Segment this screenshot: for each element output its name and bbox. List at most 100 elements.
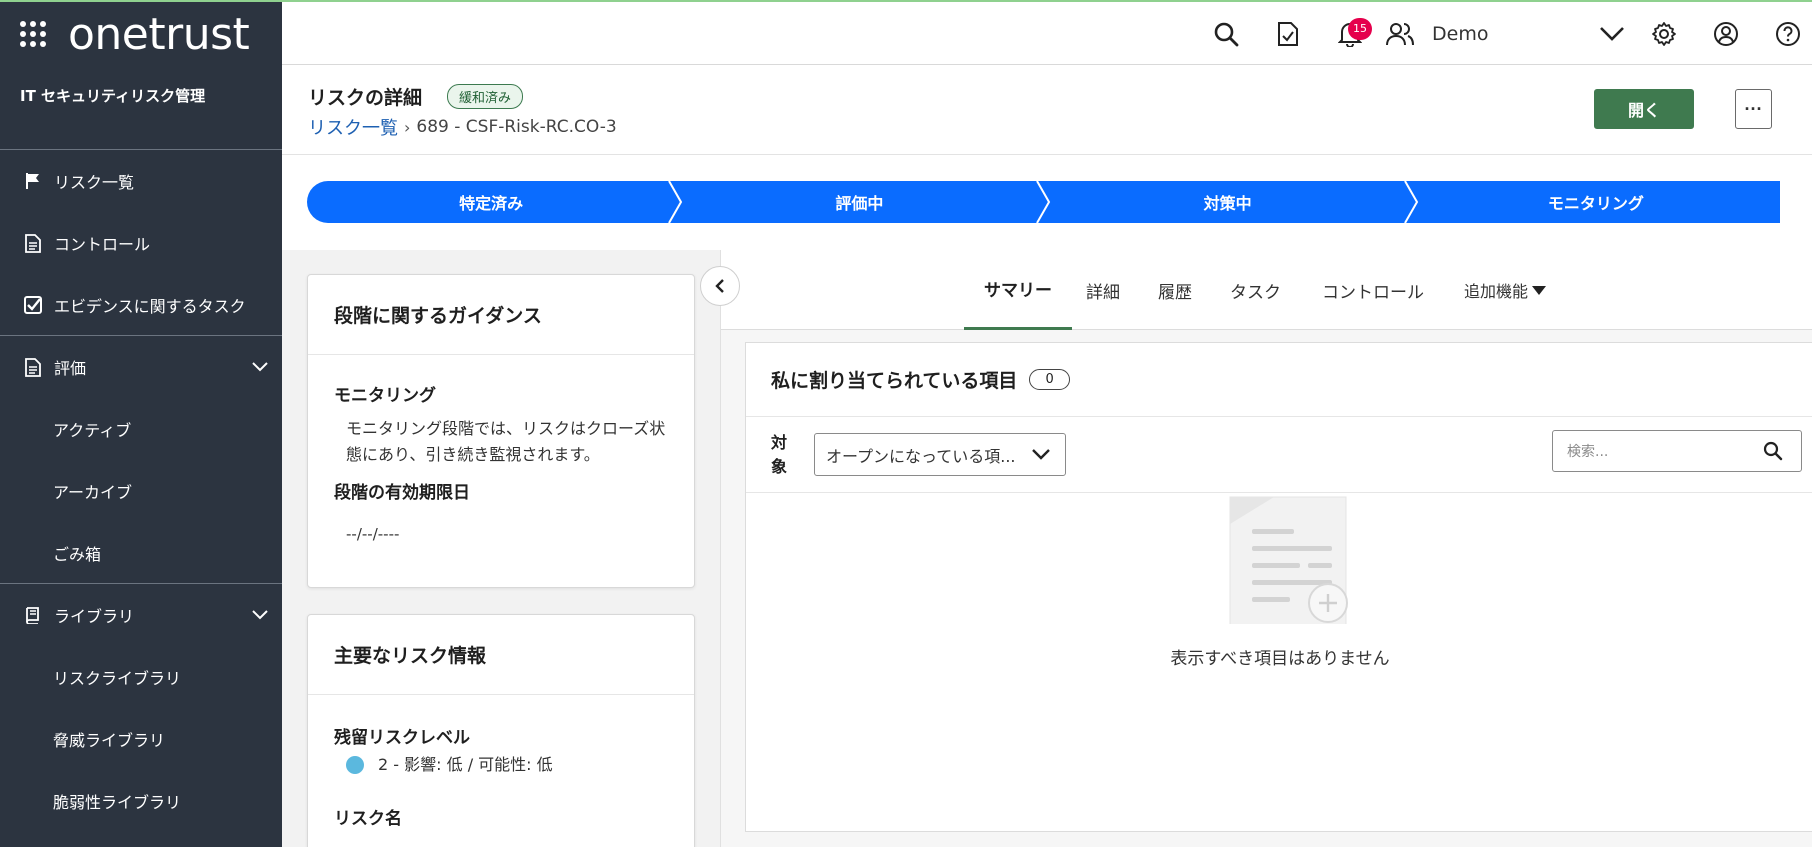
sidebar-item-risk-library[interactable]: リスクライブラリ <box>0 646 282 708</box>
sidebar-item-trash[interactable]: ごみ箱 <box>0 522 282 584</box>
task-document-icon[interactable] <box>1268 14 1308 54</box>
risk-name-label: リスク名 <box>334 809 402 829</box>
filter-label: 対象 <box>771 433 788 476</box>
filter-selected-value: オープンになっている項... <box>826 446 1016 466</box>
stage-assessing[interactable]: 評価中 <box>675 181 1044 223</box>
stage-separator <box>1036 181 1051 223</box>
risk-level-dot <box>346 756 364 774</box>
sidebar-item-label: ライブラリ <box>54 607 135 626</box>
tab-label: 履歴 <box>1158 282 1192 303</box>
checkbox-icon <box>22 294 44 316</box>
notification-bell-icon[interactable]: 15 <box>1330 14 1372 54</box>
search-icon[interactable] <box>1206 14 1246 54</box>
residual-risk-row: 2 - 影響: 低 / 可能性: 低 <box>308 748 694 778</box>
module-title: IT セキュリティリスク管理 <box>0 66 282 150</box>
top-bar: 15 Demo <box>282 0 1812 65</box>
breadcrumb-current: 689 - CSF-Risk-RC.CO-3 <box>416 117 617 137</box>
residual-risk-label: 残留リスクレベル <box>334 728 470 748</box>
book-icon <box>22 604 44 626</box>
sidebar-item-label: コントロール <box>54 235 151 254</box>
empty-document-illustration-icon <box>1229 496 1348 624</box>
sidebar-item-risk-list[interactable]: リスク一覧 <box>0 150 282 212</box>
empty-state-text: 表示すべき項目はありません <box>1170 649 1390 669</box>
sidebar-item-label: リスク一覧 <box>54 173 135 192</box>
sidebar-item-vulnerability-library[interactable]: 脆弱性ライブラリ <box>0 770 282 832</box>
assigned-items-header: 私に割り当てられている項目 0 <box>746 343 1812 417</box>
stage-description: モニタリング段階では、リスクはクローズ状態にあり、引き続き監視されます。 <box>346 419 666 464</box>
tab-label: 追加機能 <box>1464 282 1529 301</box>
filter-row: 対象 オープンになっている項... 検索... <box>746 417 1812 493</box>
deadline-value: --/--/---- <box>346 525 400 543</box>
assigned-count-badge: 0 <box>1029 369 1070 390</box>
top-bar-icons: 15 Demo <box>1206 2 1812 65</box>
open-button[interactable]: 開く <box>1594 89 1694 129</box>
deadline-label: 段階の有効期限日 <box>334 483 470 503</box>
sidebar-item-controls[interactable]: コントロール <box>0 212 282 274</box>
assigned-items-card: 私に割り当てられている項目 0 対象 オープンになっている項... 検索... <box>745 342 1812 832</box>
stage-label: 評価中 <box>835 194 884 213</box>
document-icon <box>22 356 44 378</box>
stage-monitoring[interactable]: モニタリング <box>1411 181 1780 223</box>
risk-info-title: 主要なリスク情報 <box>308 615 694 695</box>
sidebar-item-label: 脆弱性ライブラリ <box>53 793 182 812</box>
stage-label: モニタリング <box>1547 194 1644 213</box>
stage-treating[interactable]: 対策中 <box>1043 181 1412 223</box>
left-panel: 段階に関するガイダンス モニタリング モニタリング段階では、リスクはクローズ状態… <box>282 250 720 847</box>
flag-icon <box>22 170 44 192</box>
stage-identified[interactable]: 特定済み <box>307 181 676 223</box>
sidebar-item-archive[interactable]: アーカイブ <box>0 460 282 522</box>
collapse-panel-button[interactable] <box>700 266 740 306</box>
tab-bar: サマリー 詳細 履歴 タスク コントロール 追加機能 <box>721 250 1812 330</box>
sidebar-item-label: 評価 <box>54 359 87 378</box>
stage-label: 特定済み <box>459 194 524 213</box>
gear-icon[interactable] <box>1644 14 1684 54</box>
tab-controls[interactable]: コントロール <box>1302 250 1444 330</box>
sidebar: onetrust IT セキュリティリスク管理 リスク一覧 コントロール エビデ… <box>0 0 282 847</box>
sidebar-item-label: リスクライブラリ <box>53 669 182 688</box>
account-circle-icon[interactable] <box>1706 14 1746 54</box>
guidance-title: 段階に関するガイダンス <box>308 275 694 355</box>
tab-label: サマリー <box>984 281 1052 301</box>
brand-logo-text[interactable]: onetrust <box>68 9 250 60</box>
filter-dropdown[interactable]: オープンになっている項... <box>814 433 1066 476</box>
tab-details[interactable]: 詳細 <box>1066 250 1140 330</box>
chevron-down-icon <box>1032 449 1050 460</box>
tab-label: 詳細 <box>1086 282 1120 303</box>
breadcrumb-link-risk-list[interactable]: リスク一覧 <box>308 114 398 140</box>
search-icon[interactable] <box>1763 441 1783 461</box>
sidebar-item-label: アクティブ <box>53 421 132 440</box>
sidebar-item-label: 脅威ライブラリ <box>53 731 166 750</box>
residual-risk-value: 2 - 影響: 低 / 可能性: 低 <box>378 755 553 774</box>
document-icon <box>22 232 44 254</box>
sidebar-nav: リスク一覧 コントロール エビデンスに関するタスク 評価 アクティブ アーカイブ… <box>0 150 282 832</box>
breadcrumb: リスク一覧 › 689 - CSF-Risk-RC.CO-3 <box>308 114 617 140</box>
tab-tasks[interactable]: タスク <box>1210 250 1301 330</box>
notification-count-badge: 15 <box>1348 17 1372 40</box>
users-icon[interactable] <box>1380 14 1420 54</box>
tab-summary[interactable]: サマリー <box>964 250 1072 330</box>
risk-info-card: 主要なリスク情報 残留リスクレベル 2 - 影響: 低 / 可能性: 低 リスク… <box>307 614 695 847</box>
search-input[interactable]: 検索... <box>1552 430 1802 472</box>
user-name[interactable]: Demo <box>1432 23 1592 45</box>
chevron-down-icon[interactable] <box>252 605 268 624</box>
sidebar-item-evidence-tasks[interactable]: エビデンスに関するタスク <box>0 274 282 336</box>
stage-name: モニタリング <box>334 386 436 406</box>
chevron-left-icon <box>715 279 724 293</box>
sidebar-item-label: アーカイブ <box>53 483 133 502</box>
tab-more-features[interactable]: 追加機能 <box>1444 250 1566 330</box>
sidebar-item-assessments[interactable]: 評価 <box>0 336 282 398</box>
more-options-button[interactable]: ··· <box>1735 89 1772 129</box>
app-launcher-grid-icon[interactable] <box>20 21 46 47</box>
right-panel: サマリー 詳細 履歴 タスク コントロール 追加機能 私に割り当てられている項目… <box>721 250 1812 847</box>
sidebar-item-library[interactable]: ライブラリ <box>0 584 282 646</box>
empty-state: 表示すべき項目はありません <box>746 494 1812 831</box>
chevron-down-icon[interactable] <box>1592 14 1632 54</box>
help-icon[interactable] <box>1768 14 1808 54</box>
chevron-down-icon[interactable] <box>252 357 268 376</box>
sidebar-item-threat-library[interactable]: 脅威ライブラリ <box>0 708 282 770</box>
tab-history[interactable]: 履歴 <box>1138 250 1212 330</box>
stage-progress-bar: 特定済み 評価中 対策中 モニタリング <box>307 181 1780 223</box>
assigned-items-title: 私に割り当てられている項目 <box>771 370 1018 392</box>
sidebar-item-active[interactable]: アクティブ <box>0 398 282 460</box>
brand: onetrust <box>0 2 282 66</box>
